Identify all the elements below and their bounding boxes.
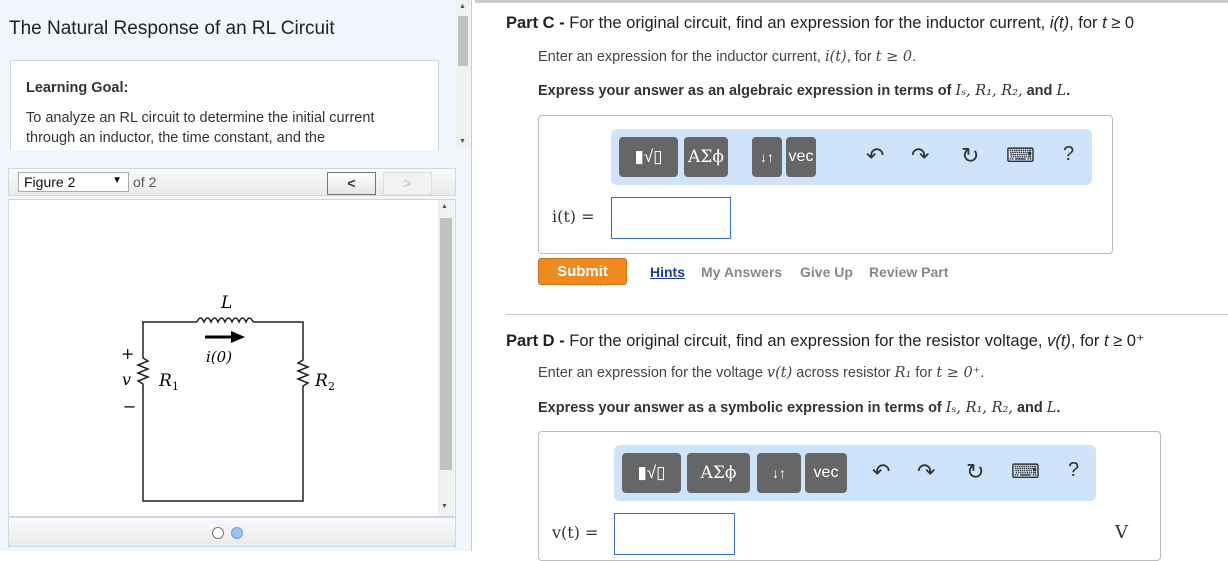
part-d-express: Express your answer as a symbolic expres… [538,400,1061,416]
arrows-button[interactable]: ↓↑ [752,137,782,177]
r2-label: R [314,371,328,391]
give-up-link[interactable]: Give Up [800,264,853,280]
r1-subscript: 1 [172,380,179,393]
scroll-down-icon[interactable]: ▼ [441,503,448,510]
templates-button[interactable]: ▮√▯ [622,453,681,493]
figure-area: L i(0) + v − R1 R2 ▲ ▼ [8,199,456,517]
reset-icon[interactable]: ↻ [961,143,979,169]
my-answers-link[interactable]: My Answers [701,264,782,280]
part-divider [506,314,1228,315]
unit-label: V [1115,522,1128,543]
scroll-up-icon[interactable]: ▲ [441,203,448,210]
vec-button[interactable]: vec [786,137,816,177]
voltage-label: v [122,370,131,389]
current-arrow-icon [231,331,245,343]
part-d-input-label: v(t) = [552,523,599,542]
left-panel: The Natural Response of an RL Circuit Le… [0,0,472,551]
figure-pager [8,517,456,547]
redo-icon[interactable]: ↷ [917,459,935,485]
figure-2-dot[interactable] [231,527,243,539]
submit-button[interactable]: Submit [538,258,627,285]
part-d-instruction: Enter an expression for the voltage v(t)… [538,365,985,381]
inductor-symbol [196,317,254,324]
chevron-down-icon: ▼ [112,175,122,186]
undo-icon[interactable]: ↶ [872,459,890,485]
current-label: i(0) [206,348,232,366]
inductor-label: L [220,293,232,313]
plus-sign: + [121,344,134,363]
help-icon[interactable]: ? [1063,143,1074,166]
arrows-button[interactable]: ↓↑ [757,453,801,493]
vec-button[interactable]: vec [805,453,847,493]
page-title: The Natural Response of an RL Circuit [9,18,335,39]
greek-button[interactable]: ΑΣϕ [684,137,728,177]
figure-count: of 2 [133,174,157,190]
scroll-thumb[interactable] [440,218,452,470]
part-c-instruction: Enter an expression for the inductor cur… [538,49,917,65]
figure-select[interactable]: Figure 2 ▼ [18,172,129,192]
hints-link[interactable]: Hints [650,264,685,280]
goal-text: To analyze an RL circuit to determine th… [26,110,375,146]
figure-select-value: Figure 2 [24,174,76,190]
next-figure-button[interactable]: > [383,172,432,195]
redo-icon[interactable]: ↷ [911,143,929,169]
figure-nav-bar: Figure 2 ▼ of 2 < > [8,168,456,196]
goal-heading: Learning Goal: [26,80,129,96]
part-c-toolbar: ▮√▯ ΑΣϕ ↓↑ vec ↶ ↷ ↻ ⌨ ? [611,129,1092,185]
figure-1-dot[interactable] [212,527,224,539]
part-d-answer-input[interactable] [614,513,735,555]
r1-label: R [158,371,172,391]
figure-scrollbar[interactable]: ▲ ▼ [438,200,454,516]
scroll-down-icon[interactable]: ▼ [459,138,466,145]
minus-sign: − [123,397,136,416]
scroll-up-icon[interactable]: ▲ [459,3,466,10]
scroll-thumb[interactable] [458,16,468,66]
intro-scrollbar[interactable]: ▲ ▼ [456,0,470,150]
keyboard-icon[interactable]: ⌨ [1006,143,1035,168]
part-d-toolbar: ▮√▯ ΑΣϕ ↓↑ vec ↶ ↷ ↻ ⌨ ? [614,445,1096,501]
help-icon[interactable]: ? [1068,459,1079,482]
undo-icon[interactable]: ↶ [866,143,884,169]
top-divider [475,0,1228,3]
prev-figure-button[interactable]: < [327,172,376,195]
templates-button[interactable]: ▮√▯ [619,137,678,177]
part-c-answer-input[interactable] [611,197,731,239]
rl-circuit-diagram: L i(0) + v − R1 R2 [121,293,335,502]
keyboard-icon[interactable]: ⌨ [1011,459,1040,484]
review-part-link[interactable]: Review Part [869,264,948,280]
learning-goal: Learning Goal: To analyze an RL circuit … [10,60,439,150]
part-c-heading: Part C - For the original circuit, find … [506,14,1135,32]
part-d-heading: Part D - For the original circuit, find … [506,332,1145,350]
r2-subscript: 2 [328,380,335,393]
greek-button[interactable]: ΑΣϕ [687,453,750,493]
reset-icon[interactable]: ↻ [966,459,984,485]
part-c-express: Express your answer as an algebraic expr… [538,83,1071,99]
part-c-input-label: i(t) = [552,207,595,226]
